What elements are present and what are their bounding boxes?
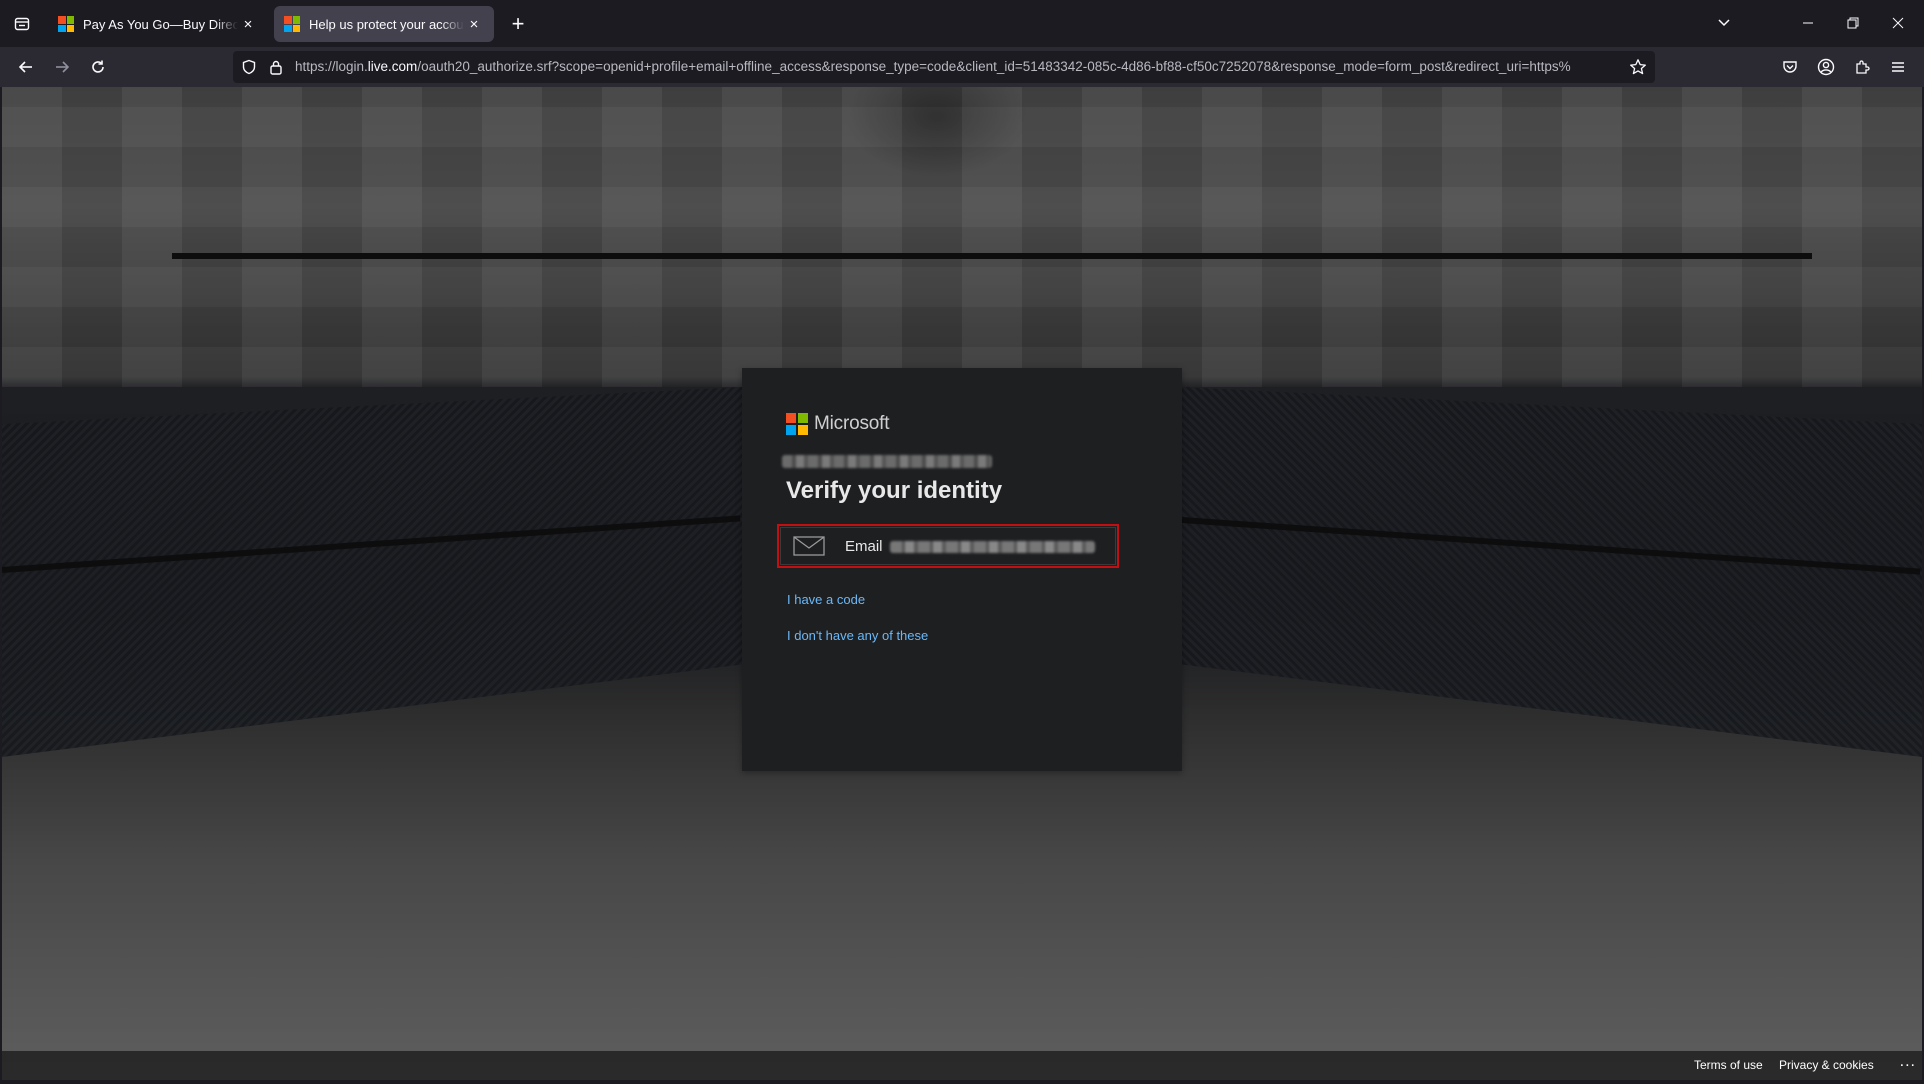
minimize-icon[interactable] bbox=[1790, 8, 1826, 38]
menu-hamburger-icon[interactable] bbox=[1886, 55, 1910, 79]
terms-of-use-link[interactable]: Terms of use bbox=[1694, 1058, 1763, 1072]
have-code-link[interactable]: I have a code bbox=[787, 592, 865, 607]
window-frame-bottom bbox=[0, 1080, 1924, 1084]
page-title: Verify your identity bbox=[786, 477, 1003, 504]
envelope-icon bbox=[793, 536, 825, 561]
bookmark-star-icon[interactable] bbox=[1629, 58, 1647, 81]
email-verification-option[interactable]: Email bbox=[777, 524, 1119, 568]
privacy-cookies-link[interactable]: Privacy & cookies bbox=[1779, 1058, 1874, 1072]
page-background: Microsoft Verify your identity Email I h… bbox=[2, 87, 1922, 1080]
email-option-label: Email bbox=[845, 538, 883, 555]
masked-account-identifier bbox=[782, 455, 992, 468]
page-footer: Terms of use Privacy & cookies ... bbox=[2, 1051, 1922, 1080]
tab-help-protect-account[interactable]: Help us protect your account × bbox=[274, 6, 494, 42]
pocket-icon[interactable] bbox=[1778, 55, 1802, 79]
close-tab-icon[interactable]: × bbox=[464, 14, 484, 34]
tab-pay-as-you-go[interactable]: Pay As You Go—Buy Directly | M × bbox=[48, 6, 268, 42]
microsoft-wordmark: Microsoft bbox=[814, 413, 890, 434]
microsoft-logo: Microsoft bbox=[786, 413, 889, 435]
account-icon[interactable] bbox=[1814, 55, 1838, 79]
firefox-view-icon[interactable] bbox=[10, 12, 34, 36]
tab-bar: Pay As You Go—Buy Directly | M × Help us… bbox=[0, 0, 1924, 47]
navigation-toolbar: https://login.live.com/oauth20_authorize… bbox=[0, 47, 1924, 87]
reload-icon[interactable] bbox=[84, 53, 112, 81]
close-window-icon[interactable] bbox=[1880, 8, 1916, 38]
list-all-tabs-icon[interactable] bbox=[1706, 8, 1742, 38]
tracking-protection-shield-icon[interactable] bbox=[241, 59, 257, 80]
back-icon[interactable] bbox=[12, 53, 40, 81]
url-bar[interactable]: https://login.live.com/oauth20_authorize… bbox=[233, 51, 1655, 83]
tab-title: Pay As You Go—Buy Directly | M bbox=[83, 16, 238, 32]
new-tab-button[interactable]: + bbox=[506, 11, 530, 36]
extensions-icon[interactable] bbox=[1850, 55, 1874, 79]
lock-icon[interactable] bbox=[269, 59, 283, 80]
microsoft-favicon-icon bbox=[284, 16, 300, 32]
restore-icon[interactable] bbox=[1835, 8, 1871, 38]
more-options-icon[interactable]: ... bbox=[1900, 1053, 1916, 1071]
close-tab-icon[interactable]: × bbox=[238, 14, 258, 34]
microsoft-favicon-icon bbox=[58, 16, 74, 32]
none-of-these-link[interactable]: I don't have any of these bbox=[787, 628, 928, 643]
masked-email-address bbox=[890, 541, 1095, 553]
tab-title: Help us protect your account bbox=[309, 16, 464, 32]
url-text[interactable]: https://login.live.com/oauth20_authorize… bbox=[295, 51, 1615, 83]
microsoft-logo-icon bbox=[786, 413, 808, 435]
verify-identity-card: Microsoft Verify your identity Email I h… bbox=[742, 368, 1182, 771]
forward-icon[interactable] bbox=[48, 53, 76, 81]
